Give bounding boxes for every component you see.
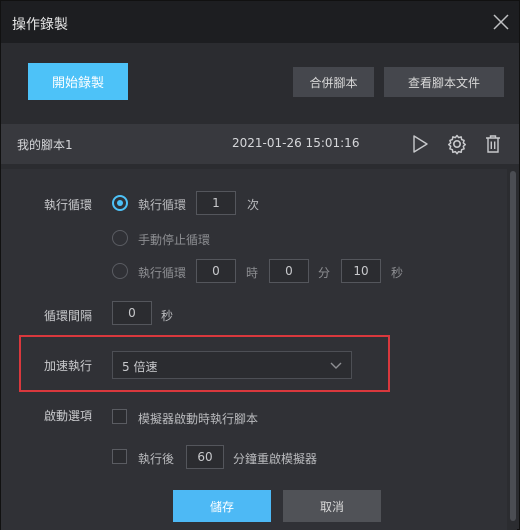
chevron-down-icon — [330, 362, 342, 369]
script-name: 我的腳本1 — [17, 138, 73, 152]
restart-after-prefix: 執行後 — [138, 452, 175, 466]
script-row[interactable]: 我的腳本1 2021-01-26 15:01:16 — [1, 124, 519, 164]
loop-hours-input[interactable]: 0 — [196, 259, 236, 283]
cancel-button[interactable]: 取消 — [283, 490, 381, 522]
run-on-start-checkbox[interactable] — [112, 409, 127, 424]
play-button[interactable] — [409, 133, 431, 155]
loop-count-radio[interactable] — [112, 195, 128, 211]
scrollbar-thumb[interactable] — [510, 171, 516, 521]
restart-after-suffix: 分鐘重啟模擬器 — [233, 452, 318, 466]
restart-minutes-input[interactable]: 60 — [186, 445, 224, 469]
dialog-title: 操作錄製 — [12, 17, 68, 33]
hours-unit: 時 — [246, 266, 259, 280]
gear-icon — [447, 134, 467, 155]
settings-button[interactable] — [446, 133, 468, 155]
speed-select[interactable]: 5 倍速 — [112, 351, 352, 379]
minutes-unit: 分 — [318, 266, 331, 280]
speed-selected-value: 5 倍速 — [122, 360, 158, 374]
seconds-unit: 秒 — [391, 266, 404, 280]
manual-stop-radio[interactable] — [112, 230, 128, 246]
loop-seconds-input[interactable]: 10 — [341, 259, 381, 283]
loop-duration-text: 執行循環 — [138, 266, 187, 280]
start-recording-button[interactable]: 開始錄製 — [28, 63, 128, 100]
loop-count-unit: 次 — [247, 198, 260, 212]
loop-duration-radio[interactable] — [112, 263, 128, 279]
loop-count-input[interactable]: 1 — [196, 191, 236, 215]
save-button[interactable]: 儲存 — [173, 490, 271, 522]
manual-stop-text: 手動停止循環 — [138, 233, 211, 247]
restart-after-checkbox[interactable] — [112, 449, 127, 464]
title-bar[interactable]: 操作錄製 — [1, 1, 519, 43]
close-button[interactable] — [491, 12, 511, 32]
loop-label: 執行循環 — [44, 198, 93, 212]
speed-label: 加速執行 — [44, 359, 93, 373]
view-script-files-button[interactable]: 查看腳本文件 — [384, 67, 504, 97]
delete-button[interactable] — [482, 133, 504, 155]
interval-label: 循環間隔 — [44, 309, 93, 323]
play-icon — [413, 135, 428, 153]
loop-count-text: 執行循環 — [138, 198, 187, 212]
script-timestamp: 2021-01-26 15:01:16 — [232, 136, 360, 150]
interval-input[interactable]: 0 — [112, 301, 152, 325]
merge-scripts-button[interactable]: 合併腳本 — [293, 67, 374, 97]
run-on-start-text: 模擬器啟動時執行腳本 — [138, 412, 259, 426]
operation-recording-dialog: 操作錄製 開始錄製 合併腳本 查看腳本文件 我的腳本1 2021-01-26 1… — [0, 0, 520, 530]
startup-label: 啟動選項 — [44, 409, 93, 423]
trash-icon — [486, 135, 500, 153]
interval-unit: 秒 — [161, 309, 174, 323]
close-icon — [493, 14, 509, 30]
loop-minutes-input[interactable]: 0 — [269, 259, 309, 283]
